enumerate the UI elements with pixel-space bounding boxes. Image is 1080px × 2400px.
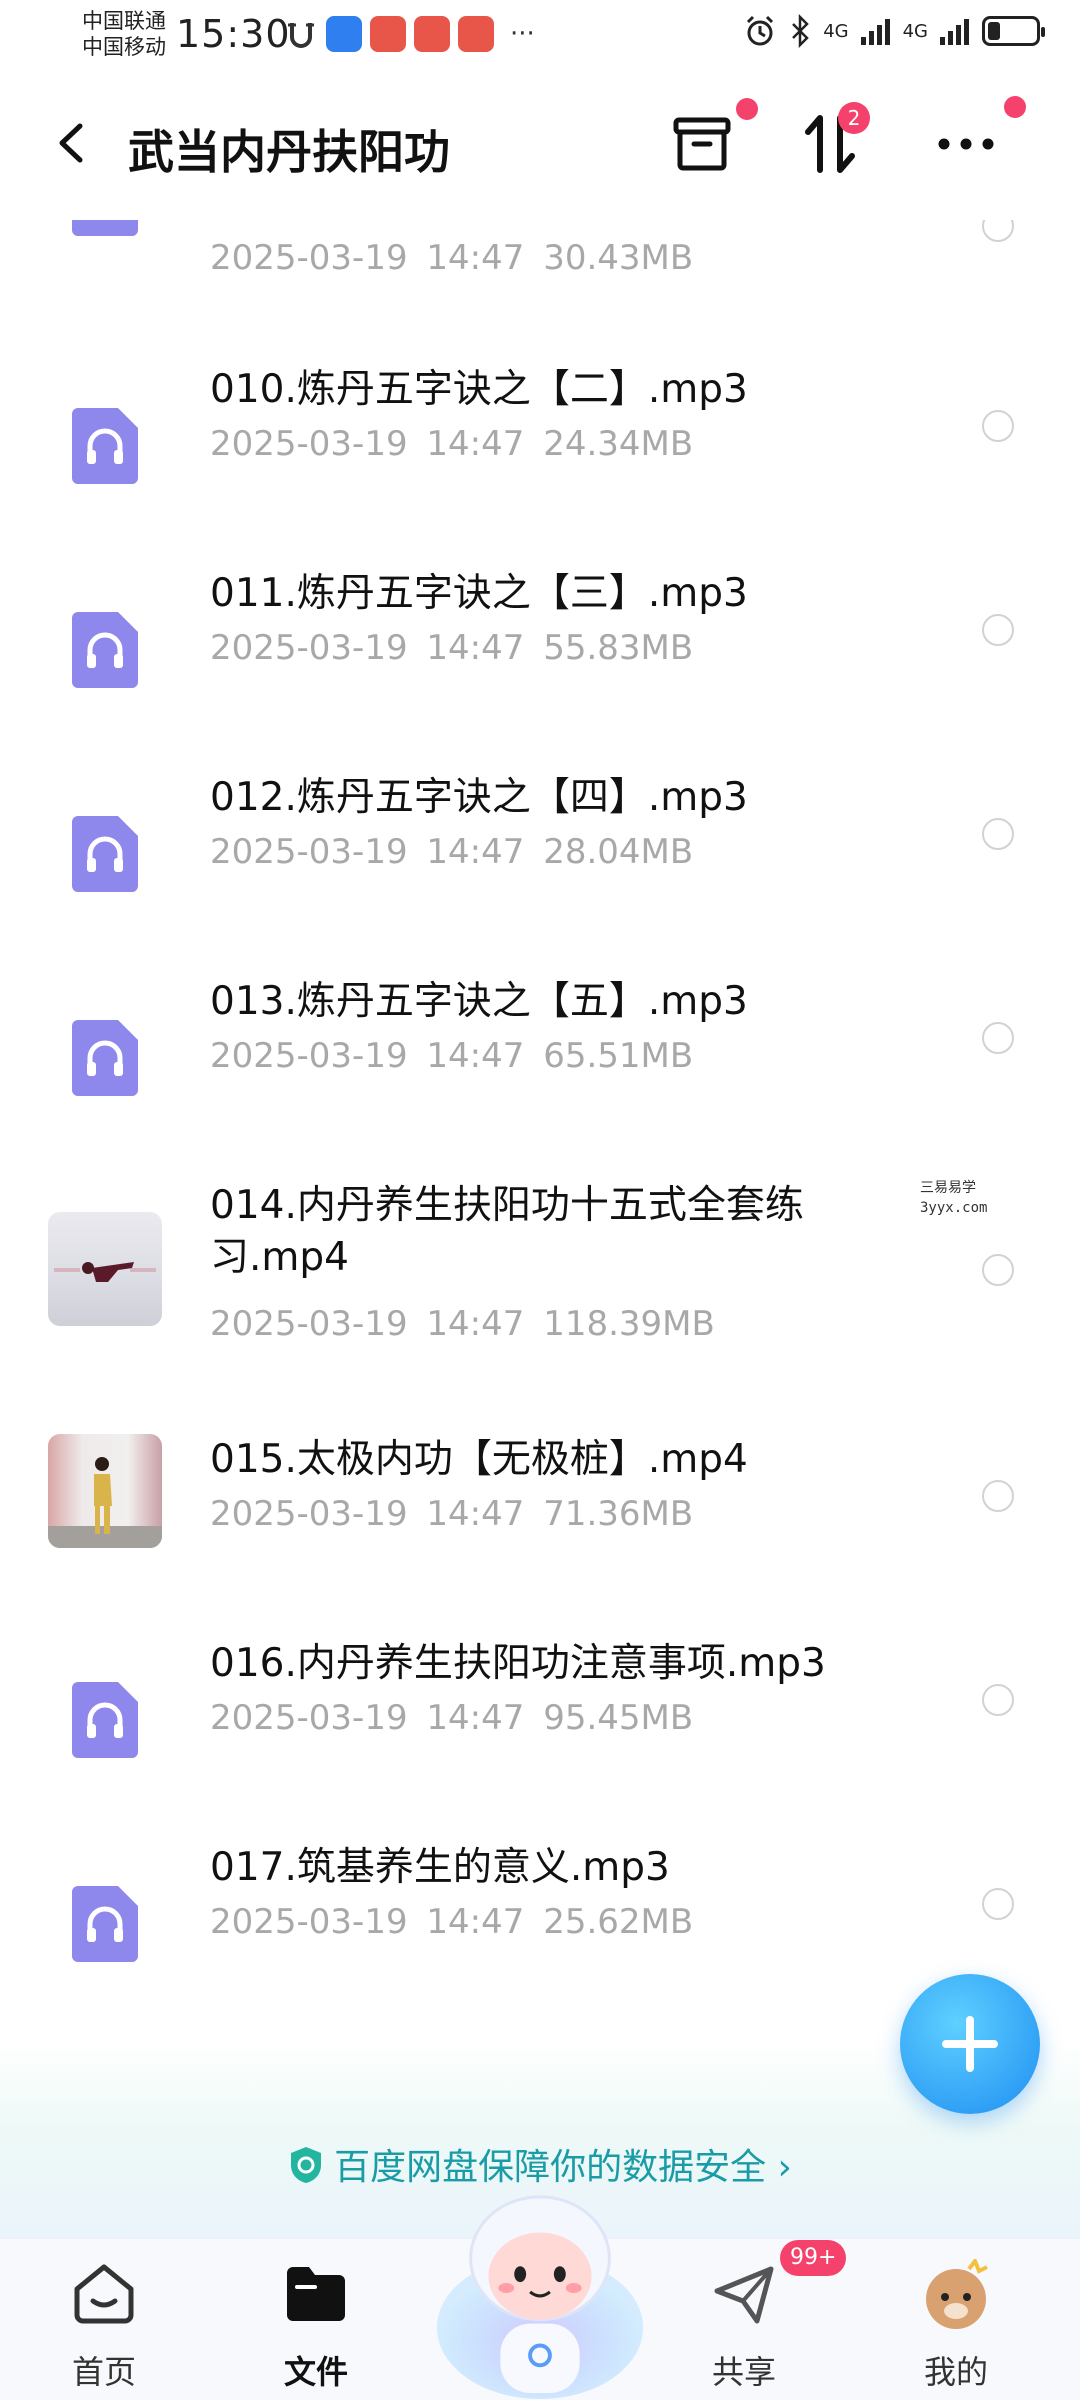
tab-label: 首页 [71,2353,136,2391]
file-meta: 2025-03-19 14:47 71.36MB [210,1494,694,1534]
shield-icon [291,2147,322,2183]
file-meta: 2025-03-19 14:47 30.43MB [210,238,694,278]
watermark: 三易易学 3yyx.com [920,1180,988,1216]
tab-label: 共享 [711,2353,776,2391]
video-thumbnail [48,1212,162,1326]
file-name: 014.内丹养生扶阳功十五式全套练习.mp4 [210,1183,804,1280]
file-name: 011.炼丹五字诀之【三】.mp3 [210,571,748,616]
chevron-right-icon: › [766,2147,792,2188]
status-clock: 15:30 [176,12,291,56]
list-item[interactable]: 011.炼丹五字诀之【三】.mp3 2025-03-19 14:47 55.83… [0,568,1080,768]
notification-icons: ··· [284,16,535,52]
select-radio[interactable] [982,1022,1014,1054]
figure-image [54,1262,156,1282]
top-bar: 武当内丹扶阳功 2 [0,72,1080,220]
file-name: 013.炼丹五字诀之【五】.mp3 [210,979,748,1024]
plus-icon [942,2016,998,2072]
more-notifications-icon: ··· [510,19,535,49]
audio-file-icon [72,1886,138,1962]
send-icon [714,2266,774,2324]
file-name: 012.炼丹五字诀之【四】.mp3 [210,775,748,820]
file-meta: 2025-03-19 14:47 65.51MB [210,1036,694,1076]
audio-file-icon [72,816,138,892]
add-button[interactable] [900,1974,1040,2114]
list-item[interactable]: 014.内丹养生扶阳功十五式全套练习.mp4 2025-03-19 14:47 … [0,1180,1080,1420]
huawei-app-icon [414,16,450,52]
signal-icon [940,19,969,45]
notification-dot [1004,96,1026,118]
status-bar: 中国联通 中国移动 15:30 ··· 4G 4G [0,0,1080,72]
bluetooth-icon [792,14,809,48]
notification-dot [736,98,758,120]
signal-2-label: 4G [902,20,928,42]
signal-1-label: 4G [823,20,849,42]
huawei-app-icon [458,16,494,52]
list-item[interactable]: 010.炼丹五字诀之【二】.mp3 2025-03-19 14:47 24.34… [0,364,1080,564]
baidu-app-icon [326,16,362,52]
audio-file-icon [72,612,138,688]
transfer-button[interactable]: 2 [792,102,870,182]
audio-file-icon [72,408,138,484]
mascot-assistant-icon[interactable] [430,2179,650,2399]
transfer-count-badge: 2 [838,102,870,134]
huawei-app-icon [370,16,406,52]
select-radio[interactable] [982,1888,1014,1920]
file-meta: 2025-03-19 14:47 28.04MB [210,832,694,872]
file-name: 015.太极内功【无极桩】.mp4 [210,1437,748,1482]
archive-icon [673,117,731,171]
carrier-info: 中国联通 中国移动 [82,8,166,60]
archive-button[interactable] [664,98,758,182]
figure-image [48,1457,162,1548]
carrier-2: 中国移动 [82,35,166,59]
alarm-icon [747,15,774,46]
file-meta: 2025-03-19 14:47 25.62MB [210,1902,694,1942]
select-radio[interactable] [982,1254,1014,1286]
file-name: 017.筑基养生的意义.mp3 [210,1845,670,1890]
list-item[interactable]: 013.炼丹五字诀之【五】.mp3 2025-03-19 14:47 65.51… [0,976,1080,1176]
more-options-button[interactable] [928,96,1026,182]
tab-label: 我的 [923,2353,988,2391]
app-notification-icon [288,23,314,48]
video-thumbnail [48,1434,162,1548]
list-item[interactable]: 015.太极内功【无极桩】.mp4 2025-03-19 14:47 71.36… [0,1434,1080,1634]
more-icon [938,138,994,150]
carrier-1: 中国联通 [82,9,166,33]
file-name: 016.内丹养生扶阳功注意事项.mp3 [210,1641,826,1686]
file-name: 010.炼丹五字诀之【二】.mp3 [210,367,748,412]
select-radio[interactable] [982,818,1014,850]
share-count-badge: 99+ [780,2240,847,2276]
folder-icon [287,2267,345,2321]
select-radio[interactable] [982,1480,1014,1512]
signal-icon [860,19,890,45]
list-item[interactable]: 016.内丹养生扶阳功注意事项.mp3 2025-03-19 14:47 95.… [0,1638,1080,1838]
select-radio[interactable] [982,1684,1014,1716]
avatar-icon [926,2259,988,2329]
tab-mine[interactable]: 我的 [876,2239,1036,2400]
audio-file-icon [72,1020,138,1096]
file-meta: 2025-03-19 14:47 95.45MB [210,1698,694,1738]
list-item[interactable]: 012.炼丹五字诀之【四】.mp3 2025-03-19 14:47 28.04… [0,772,1080,972]
tab-label: 文件 [283,2353,348,2391]
back-chevron-icon[interactable] [48,118,98,168]
file-meta: 2025-03-19 14:47 24.34MB [210,424,694,464]
file-meta: 2025-03-19 14:47 55.83MB [210,628,694,668]
audio-file-icon [72,1682,138,1758]
page-title: 武当内丹扶阳功 [128,125,450,179]
file-meta: 2025-03-19 14:47 118.39MB [210,1304,715,1344]
system-icons: 4G 4G [743,14,1045,48]
home-icon [74,2264,134,2324]
tab-home[interactable]: 首页 [24,2239,184,2400]
tab-files[interactable]: 文件 [236,2239,396,2400]
select-radio[interactable] [982,614,1014,646]
select-radio[interactable] [982,410,1014,442]
battery-icon [982,16,1045,46]
bottom-tab-bar: 首页 文件 共享 我的 [0,2195,1080,2400]
